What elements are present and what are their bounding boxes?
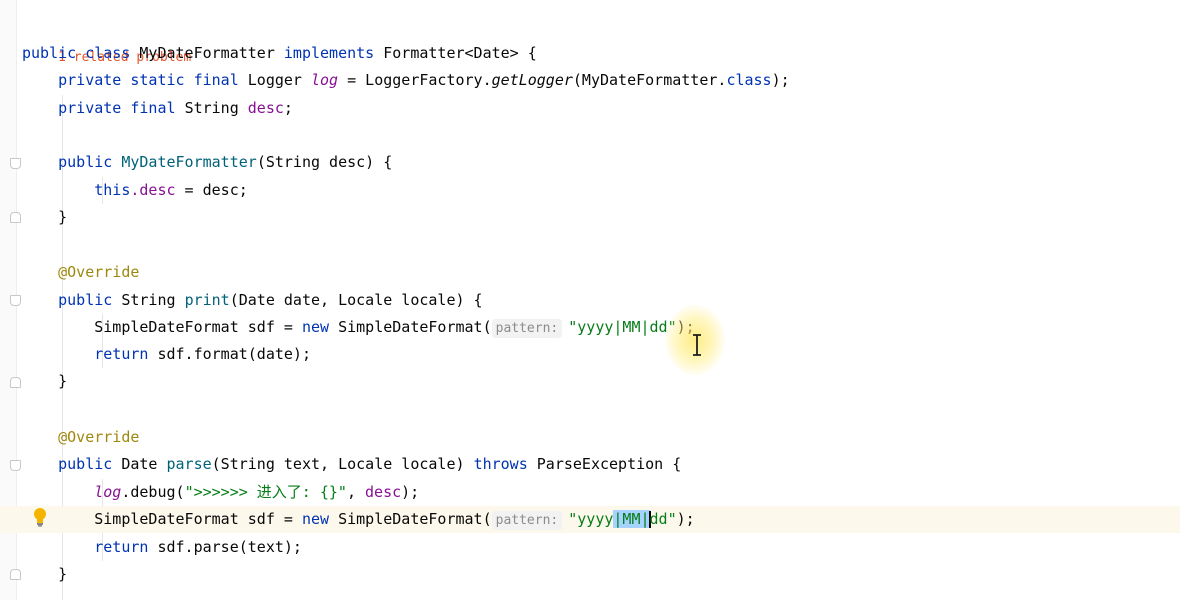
code-line[interactable]: this.desc = desc;	[22, 177, 1172, 204]
keyword: throws	[473, 455, 528, 473]
fold-icon[interactable]	[10, 212, 21, 223]
code-text: = desc;	[175, 181, 248, 199]
class-name: MyDateFormatter	[139, 44, 275, 62]
method-name: print	[184, 291, 230, 309]
keyword: public	[22, 44, 77, 62]
code-line[interactable]: public MyDateFormatter(String desc) {	[22, 149, 1172, 176]
lightbulb-icon[interactable]	[33, 507, 47, 529]
keyword: private static final	[58, 71, 239, 89]
code-text: SimpleDateFormat(	[329, 318, 492, 336]
keyword: new	[301, 318, 330, 336]
parameter-hint: pattern:	[491, 319, 563, 338]
type-name: Date	[121, 455, 158, 473]
keyword: return	[94, 345, 149, 363]
code-line[interactable]: private static final Logger log = Logger…	[22, 67, 1172, 94]
code-line[interactable]: public class MyDateFormatter implements …	[22, 40, 1172, 67]
method-name: parse	[166, 455, 212, 473]
annotation: @Override	[58, 428, 140, 446]
interface-name: Formatter<Date> {	[383, 44, 537, 62]
keyword: private final	[58, 99, 176, 117]
code-text: );	[401, 483, 420, 501]
keyword: return	[94, 538, 149, 556]
fold-icon[interactable]	[10, 460, 21, 471]
code-text: }	[58, 372, 68, 390]
field-name: desc	[247, 99, 284, 117]
field-name: desc	[365, 483, 402, 501]
keyword: implements	[283, 44, 375, 62]
code-text: .debug(	[121, 483, 185, 501]
code-text: = LoggerFactory.	[338, 71, 492, 89]
code-line[interactable]: public String print(Date date, Locale lo…	[22, 287, 1172, 314]
code-text: ,	[346, 483, 366, 501]
code-text: sdf.format(date);	[148, 345, 311, 363]
keyword: class	[85, 44, 131, 62]
code-line[interactable]: }	[22, 561, 1172, 588]
code-text: SimpleDateFormat sdf =	[94, 318, 302, 336]
code-editor[interactable]: 1 related problem public class MyDateFor…	[0, 0, 1180, 600]
code-line[interactable]: return sdf.format(date);	[22, 341, 1172, 368]
code-line[interactable]: return sdf.parse(text);	[22, 534, 1172, 561]
fold-icon[interactable]	[10, 569, 21, 580]
string-literal: ">>>>>> 进入了: {}"	[184, 483, 347, 501]
code-line[interactable]: }	[22, 368, 1172, 395]
text-cursor-icon	[693, 334, 701, 356]
fold-icon[interactable]	[10, 158, 21, 169]
keyword: public	[58, 455, 113, 473]
code-text: ParseException {	[527, 455, 682, 473]
code-text: );	[771, 71, 790, 89]
code-line[interactable]: public Date parse(String text, Locale lo…	[22, 451, 1172, 478]
code-text: (Date date, Locale locale) {	[229, 291, 483, 309]
code-text: SimpleDateFormat(	[329, 510, 492, 528]
code-line[interactable]: }	[22, 204, 1172, 231]
code-line[interactable]: @Override	[22, 424, 1172, 451]
code-line-current[interactable]: SimpleDateFormat sdf = new SimpleDateFor…	[0, 506, 1180, 533]
text-selection[interactable]: |MM|	[613, 510, 650, 528]
field-name: log	[311, 71, 339, 89]
code-text: }	[58, 208, 68, 226]
parameter-hint: pattern:	[491, 511, 563, 530]
keyword: class	[726, 71, 772, 89]
code-line[interactable]: SimpleDateFormat sdf = new SimpleDateFor…	[22, 314, 1172, 341]
keyword: this	[94, 181, 131, 199]
code-line[interactable]: @Override	[22, 259, 1172, 286]
related-problems-banner[interactable]: 1 related problem	[22, 16, 1172, 65]
code-text: SimpleDateFormat sdf =	[94, 510, 302, 528]
field-name: log	[94, 483, 122, 501]
string-literal: "yyyy|MM|dd"	[568, 318, 677, 336]
annotation: @Override	[58, 263, 140, 281]
type-name: Logger	[247, 71, 302, 89]
method-name: MyDateFormatter	[121, 153, 257, 171]
keyword: public	[58, 291, 113, 309]
field-name: .desc	[130, 181, 176, 199]
code-text: }	[58, 565, 68, 583]
code-text: ;	[283, 99, 293, 117]
type-name: String	[184, 99, 239, 117]
code-text: sdf.parse(text);	[148, 538, 302, 556]
keyword: public	[58, 153, 113, 171]
code-text: );	[676, 510, 695, 528]
code-line[interactable]: private final String desc;	[22, 95, 1172, 122]
string-literal: dd"	[649, 510, 677, 528]
code-text: (String desc) {	[256, 153, 393, 171]
code-text: (String text, Locale locale)	[211, 455, 474, 473]
type-name: String	[121, 291, 176, 309]
code-line[interactable]: log.debug(">>>>>> 进入了: {}", desc);	[22, 479, 1172, 506]
fold-icon[interactable]	[10, 295, 21, 306]
fold-icon[interactable]	[10, 377, 21, 388]
string-literal: "yyyy	[568, 510, 614, 528]
method-name: getLogger	[491, 71, 573, 89]
keyword: new	[301, 510, 330, 528]
code-text: (MyDateFormatter.	[572, 71, 727, 89]
